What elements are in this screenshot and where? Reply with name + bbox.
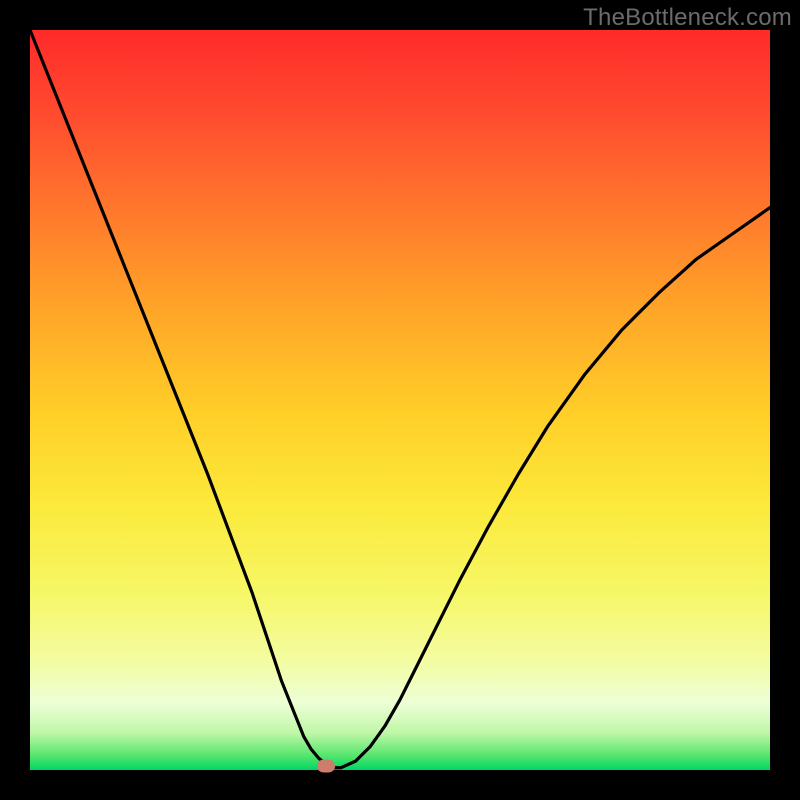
optimal-point-marker bbox=[317, 760, 335, 773]
watermark-label: TheBottleneck.com bbox=[583, 4, 792, 32]
chart-stage: TheBottleneck.com bbox=[0, 0, 800, 800]
bottleneck-curve bbox=[30, 30, 770, 770]
plot-area bbox=[30, 30, 770, 770]
